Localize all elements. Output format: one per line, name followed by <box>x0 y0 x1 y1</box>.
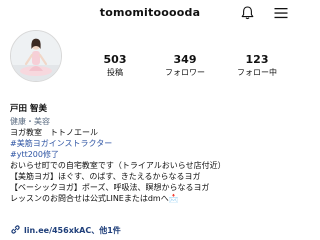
following-number: 123 <box>245 53 269 66</box>
posts-number: 503 <box>103 53 127 66</box>
bio-line: 【美筋ヨガ】ほぐす、のばす、きたえるからなるヨガ <box>10 172 201 181</box>
external-link[interactable]: lin.ee/456xkAC、他1件 <box>10 224 121 237</box>
bell-icon[interactable] <box>241 6 254 20</box>
followers-label: フォロワー <box>165 68 205 77</box>
external-link-text: lin.ee/456xkAC、他1件 <box>24 226 121 235</box>
followers-number: 349 <box>173 53 197 66</box>
posts-label: 投稿 <box>107 68 123 77</box>
following-label: フォロー中 <box>237 68 277 77</box>
bio-line: 【ベーシックヨガ】ポーズ、呼吸法、瞑想からなるヨガ <box>10 183 210 192</box>
avatar-photo <box>11 31 61 81</box>
bio-line-studio: ヨガ教室 トトノエール <box>10 128 98 137</box>
hashtag-link[interactable]: #ytt200修了 <box>10 149 295 160</box>
following-count[interactable]: 123 フォロー中 <box>229 53 285 78</box>
profile-category[interactable]: 健康・美容 <box>10 116 295 127</box>
profile-username[interactable]: tomomitooooda <box>0 6 300 19</box>
profile-header: tomomitooooda <box>0 0 300 26</box>
bio-line: おいらせ町での自宅教室です（トライアルおいらせ店付近） <box>10 161 226 170</box>
followers-count[interactable]: 349 フォロワー <box>157 53 213 78</box>
hashtag-link[interactable]: #美筋ヨガインストラクター <box>10 138 295 149</box>
posts-count[interactable]: 503 投稿 <box>87 53 143 78</box>
bio-line: レッスンのお問合せは公式LINEまたはdmへ📩 <box>10 194 179 203</box>
menu-icon[interactable] <box>274 7 288 19</box>
profile-bio: 戸田 智美 健康・美容 ヨガ教室 トトノエール #美筋ヨガインストラクター #y… <box>10 104 295 204</box>
profile-avatar[interactable] <box>10 30 62 82</box>
profile-name: 戸田 智美 <box>10 104 47 114</box>
link-icon <box>11 225 20 234</box>
